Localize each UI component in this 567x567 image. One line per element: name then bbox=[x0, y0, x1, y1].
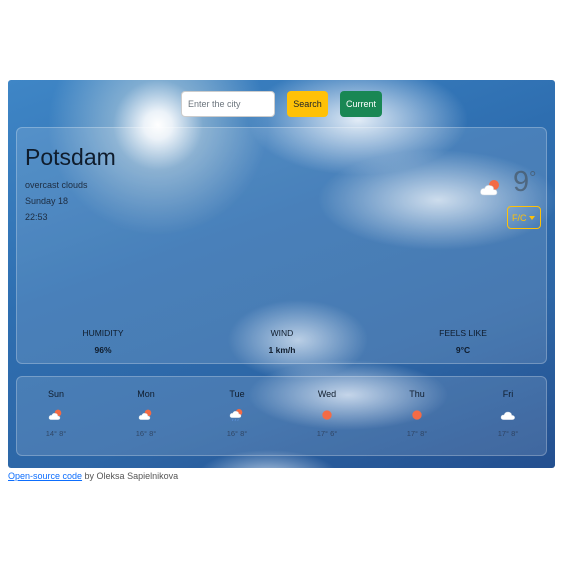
cloud-rain-icon bbox=[229, 409, 243, 422]
sun-icon bbox=[412, 410, 422, 420]
humidity-label: Humidity bbox=[82, 328, 124, 338]
forecast-day-name: Tue bbox=[229, 389, 245, 399]
sun-icon bbox=[322, 410, 332, 420]
forecast-day: Mon 16° 8° bbox=[116, 389, 176, 438]
forecast-day-name: Wed bbox=[317, 389, 337, 399]
feels-like-label: Feels like bbox=[439, 328, 487, 338]
forecast-day-name: Thu bbox=[409, 389, 425, 399]
forecast-day: Wed 17° 6° bbox=[297, 389, 357, 438]
weather-app: Search Current Potsdam overcast clouds S… bbox=[8, 80, 555, 468]
search-button[interactable]: Search bbox=[287, 91, 328, 117]
cloud-sun-icon bbox=[138, 409, 152, 420]
cloud-icon bbox=[500, 411, 515, 420]
temperature-unit: ° bbox=[529, 168, 537, 188]
forecast-day: Sun 14° 8° bbox=[26, 389, 86, 438]
forecast-temps: 16° 8° bbox=[226, 429, 248, 438]
current-weather-panel: Potsdam overcast clouds Sunday 18 22:53 … bbox=[16, 127, 547, 364]
footer-credit: Open-source code by Oleksa Sapielnikova bbox=[8, 471, 178, 481]
cloud-sun-icon bbox=[48, 409, 62, 420]
weather-description: overcast clouds bbox=[25, 180, 88, 190]
city-name: Potsdam bbox=[25, 144, 116, 170]
humidity-stat: Humidity 96% bbox=[43, 328, 163, 355]
current-temperature: 9° bbox=[513, 166, 537, 198]
open-source-link[interactable]: Open-source code bbox=[8, 471, 82, 481]
humidity-value: 96% bbox=[94, 345, 112, 355]
wind-label: Wind bbox=[270, 328, 294, 338]
forecast-day: Thu 17° 8° bbox=[387, 389, 447, 438]
current-date: Sunday 18 bbox=[25, 196, 69, 206]
feels-like-value: 9°C bbox=[455, 345, 471, 355]
forecast-day: Fri 17° 8° bbox=[478, 389, 538, 438]
forecast-day-name: Fri bbox=[502, 389, 514, 399]
wind-stat: Wind 1 km/h bbox=[222, 328, 342, 355]
wind-value: 1 km/h bbox=[268, 345, 296, 355]
forecast-temps: 17° 8° bbox=[406, 429, 428, 438]
chevron-down-icon bbox=[529, 216, 535, 220]
forecast-temps: 17° 6° bbox=[316, 429, 338, 438]
unit-toggle-label: F/C bbox=[512, 212, 527, 223]
forecast-temps: 17° 8° bbox=[497, 429, 519, 438]
city-search-input[interactable] bbox=[181, 91, 275, 117]
feels-like-stat: Feels like 9°C bbox=[403, 328, 523, 355]
cloud-sun-icon bbox=[480, 180, 499, 196]
forecast-panel: Sun 14° 8° Mon 16° 8° Tue 16° 8° Wed 17°… bbox=[16, 376, 547, 456]
forecast-day-name: Sun bbox=[47, 389, 64, 399]
forecast-day-name: Mon bbox=[137, 389, 155, 399]
forecast-temps: 14° 8° bbox=[45, 429, 67, 438]
unit-toggle-dropdown[interactable]: F/C bbox=[507, 206, 541, 229]
author-credit: by Oleksa Sapielnikova bbox=[82, 471, 179, 481]
forecast-day: Tue 16° 8° bbox=[207, 389, 267, 438]
current-time: 22:53 bbox=[25, 212, 48, 222]
forecast-temps: 16° 8° bbox=[135, 429, 157, 438]
current-location-button[interactable]: Current bbox=[340, 91, 382, 117]
